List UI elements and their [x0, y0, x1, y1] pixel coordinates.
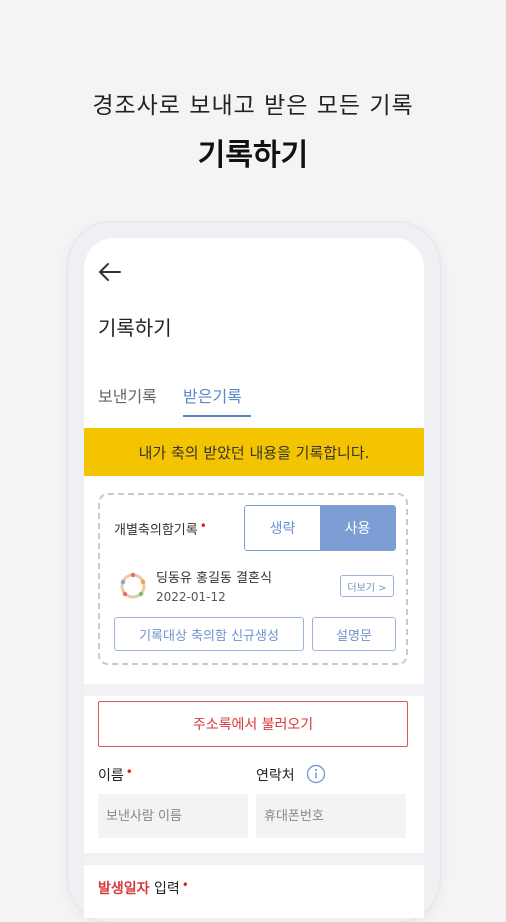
back-arrow-icon[interactable] — [96, 260, 124, 284]
toggle-skip-button[interactable]: 생략 — [245, 506, 320, 550]
load-from-contacts-button[interactable]: 주소록에서 불러오기 — [98, 701, 408, 747]
info-icon[interactable] — [306, 764, 326, 784]
promo-headline: 경조사로 보내고 받은 모든 기록 — [92, 93, 414, 119]
info-banner: 내가 축의 받았던 내용을 기록합니다. — [84, 428, 424, 476]
description-button[interactable]: 설명문 — [312, 617, 396, 651]
wreath-icon — [120, 572, 146, 599]
event-date-label: 발생일자 입력 • — [98, 878, 189, 897]
section-divider — [84, 853, 424, 865]
toggle-use-button[interactable]: 사용 — [320, 506, 395, 550]
required-mark: • — [199, 519, 207, 533]
tab-received-records[interactable]: 받은기록 — [183, 383, 242, 407]
sender-name-input[interactable] — [98, 794, 248, 838]
gift-box-section: 개별축의함기록 • 생략 사용 딩동유 홍길동 결혼식 2022-01-12 더보… — [98, 493, 408, 665]
contact-label: 연락처 — [256, 768, 295, 784]
page-title: 기록하기 — [98, 316, 172, 340]
gift-box-toggle: 생략 사용 — [244, 505, 396, 551]
promo-title: 기록하기 — [197, 138, 309, 173]
create-gift-box-button[interactable]: 기록대상 축의함 신규생성 — [114, 617, 304, 651]
event-date: 2022-01-12 — [156, 590, 226, 604]
name-label: 이름 • — [98, 765, 133, 784]
required-mark: • — [181, 878, 189, 892]
more-button[interactable]: 더보기 > — [340, 575, 394, 597]
app-screen: 기록하기 보낸기록 받은기록 내가 축의 받았던 내용을 기록합니다. 개별축의… — [84, 238, 424, 918]
tab-sent-records[interactable]: 보낸기록 — [98, 383, 157, 407]
active-tab-indicator — [183, 415, 251, 417]
event-name: 딩동유 홍길동 결혼식 — [156, 571, 272, 586]
phone-number-input[interactable] — [256, 794, 406, 838]
gift-box-label: 개별축의함기록 • — [114, 519, 207, 538]
required-mark: • — [125, 765, 133, 779]
section-divider — [84, 684, 424, 696]
